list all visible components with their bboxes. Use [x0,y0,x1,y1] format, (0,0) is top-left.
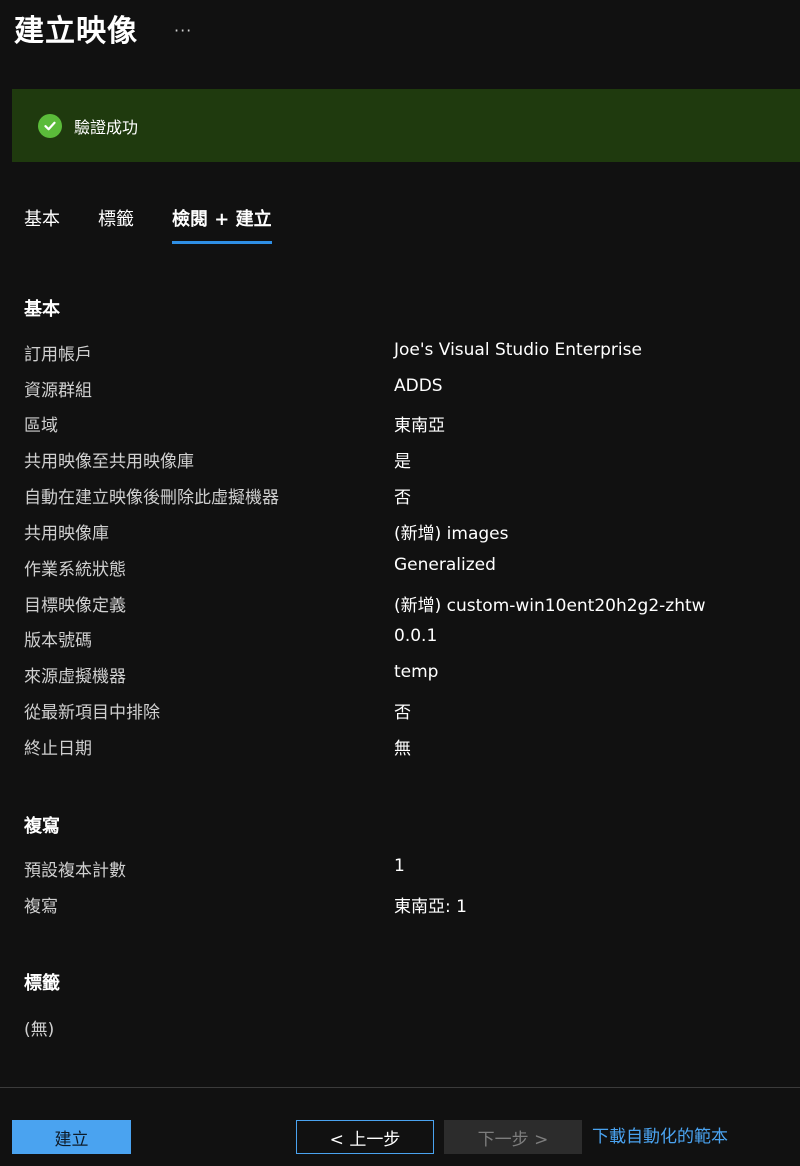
section-title-tags: 標籤 [24,973,60,994]
row-label: 共用映像至共用映像庫 [24,452,194,472]
row-value: Generalized [394,555,496,575]
summary-row: 終止日期 無 [24,734,784,766]
row-label: 資源群組 [24,381,92,401]
row-label: 目標映像定義 [24,596,126,616]
row-value: temp [394,662,439,682]
row-value: 否 [394,703,411,723]
summary-row: 目標映像定義 (新增) custom-win10ent20h2g2-zhtw [24,591,784,623]
row-label: 複寫 [24,897,58,917]
create-image-page: 建立映像 ··· 驗證成功 基本 標籤 檢閱 + 建立 基本 訂用帳戶 Joe'… [0,0,800,1166]
row-label: 版本號碼 [24,631,92,651]
summary-row: 版本號碼 0.0.1 [24,626,784,658]
section-title-basics: 基本 [24,299,60,320]
row-value: Joe's Visual Studio Enterprise [394,340,642,360]
next-button[interactable]: 下一步 > [444,1120,582,1154]
row-label: 來源虛擬機器 [24,667,126,687]
row-value: (新增) custom-win10ent20h2g2-zhtw [394,596,706,616]
tags-empty-text: (無) [24,1020,55,1040]
download-template-link[interactable]: 下載自動化的範本 [592,1122,728,1147]
row-label: 訂用帳戶 [24,345,92,365]
row-value: (新增) images [394,524,509,544]
summary-row: 資源群組 ADDS [24,376,784,408]
row-value: 1 [394,856,405,876]
validation-banner: 驗證成功 [12,89,800,162]
check-circle-icon [38,113,62,138]
tab-tags[interactable]: 標籤 [98,205,134,244]
previous-button[interactable]: < 上一步 [296,1120,434,1154]
summary-row: 訂用帳戶 Joe's Visual Studio Enterprise [24,340,784,372]
create-button[interactable]: 建立 [12,1120,131,1154]
row-value: 是 [394,452,411,472]
summary-row: 自動在建立映像後刪除此虛擬機器 否 [24,483,784,515]
footer-divider [0,1087,800,1088]
summary-row: 共用映像庫 (新增) images [24,519,784,551]
summary-row: 區域 東南亞 [24,411,784,443]
summary-row: 預設複本計數 1 [24,856,784,888]
row-value: ADDS [394,376,443,396]
row-label: 自動在建立映像後刪除此虛擬機器 [24,488,279,508]
row-label: 預設複本計數 [24,861,126,881]
row-label: 從最新項目中排除 [24,703,160,723]
row-value: 否 [394,488,411,508]
row-label: 作業系統狀態 [24,560,126,580]
page-title: 建立映像 [14,14,138,49]
summary-row: 複寫 東南亞: 1 [24,892,784,924]
more-options-icon[interactable]: ··· [174,17,192,40]
row-value: 東南亞 [394,416,445,436]
summary-row: 從最新項目中排除 否 [24,698,784,730]
row-value: 東南亞: 1 [394,897,467,917]
summary-row: 來源虛擬機器 temp [24,662,784,694]
section-title-replication: 複寫 [24,816,60,837]
validation-message: 驗證成功 [74,117,139,137]
tab-review-create[interactable]: 檢閱 + 建立 [172,205,272,244]
summary-row: 共用映像至共用映像庫 是 [24,447,784,479]
row-value: 無 [394,739,411,759]
page-header: 建立映像 ··· [14,6,192,50]
row-label: 終止日期 [24,739,92,759]
row-label: 共用映像庫 [24,524,109,544]
row-label: 區域 [24,416,58,436]
tab-bar: 基本 標籤 檢閱 + 建立 [24,205,310,244]
row-value: 0.0.1 [394,626,438,646]
tab-basics[interactable]: 基本 [24,205,60,244]
summary-row: 作業系統狀態 Generalized [24,555,784,587]
